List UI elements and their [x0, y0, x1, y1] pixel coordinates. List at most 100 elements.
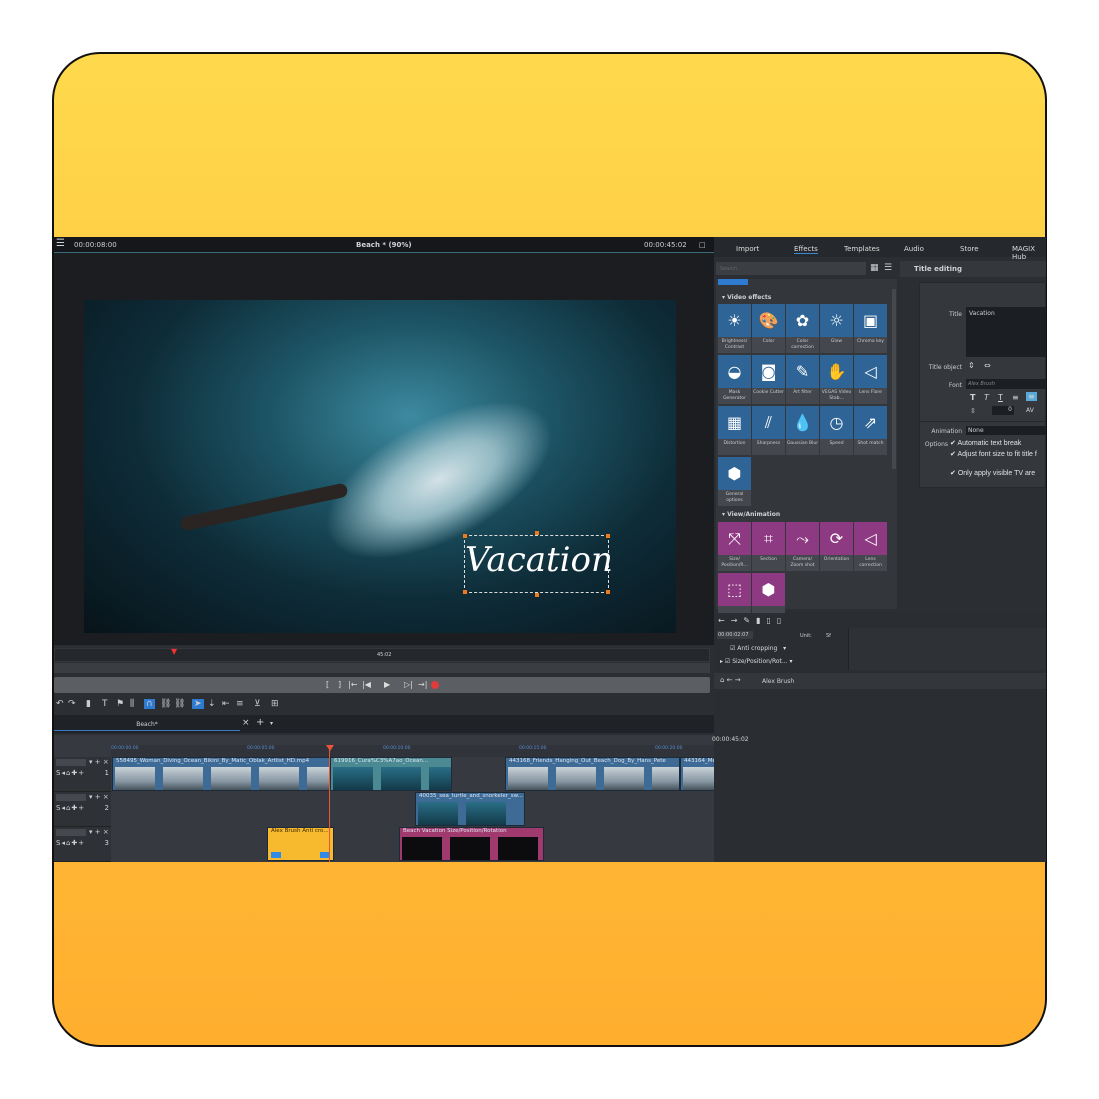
align-left-icon[interactable]: ≡: [1012, 393, 1019, 402]
play-button[interactable]: ▶: [384, 680, 390, 689]
clip-handle[interactable]: [271, 852, 281, 858]
track-controls[interactable]: ▾ + ×: [89, 793, 109, 801]
tv-area-checkbox[interactable]: ✔ Only apply visible TV are: [950, 470, 1045, 478]
timeline-clip[interactable]: 558495_Woman_Diving_Ocean_Bikini_By_Mati…: [112, 757, 330, 791]
next-marker-button[interactable]: ▷|: [404, 680, 413, 689]
jump-start-button[interactable]: |←: [348, 680, 357, 689]
keyframe-toolbar[interactable]: ←→✎▮▯▯: [718, 616, 787, 625]
effect-tile[interactable]: ⫽ Sharpness: [752, 406, 785, 455]
effect-tile[interactable]: ◁ Lens Flare: [854, 355, 887, 404]
tab-menu-icon[interactable]: ▾: [270, 720, 273, 727]
track-controls[interactable]: ▾ + ×: [89, 828, 109, 836]
cut-icon[interactable]: ⫼: [130, 699, 134, 709]
effect-tile[interactable]: ✋ VEGAS Video Stab...: [820, 355, 853, 404]
record-button[interactable]: [431, 681, 439, 689]
text-width-icon[interactable]: ⇔: [984, 361, 991, 370]
effect-tile[interactable]: ⇗ Shot match: [854, 406, 887, 455]
magnet-icon[interactable]: ∩: [144, 699, 155, 709]
effects-scrollbar[interactable]: [892, 289, 896, 469]
tab-templates[interactable]: Templates: [844, 245, 880, 253]
effect-tile[interactable]: ⟳ Orientation: [820, 522, 853, 571]
mark-in-button[interactable]: [: [326, 680, 329, 689]
effect-tile[interactable]: 🎨 Color: [752, 304, 785, 353]
tab-import[interactable]: Import: [736, 245, 759, 253]
effect-tile[interactable]: ✿ Color correction: [786, 304, 819, 353]
view-animation-header[interactable]: ▾ View/Animation: [722, 511, 780, 518]
auto-text-break-checkbox[interactable]: ✔ Automatic text break: [950, 440, 1045, 448]
track-icons[interactable]: S◂⌂✚+: [56, 769, 85, 777]
timeline-clip[interactable]: Beach Vacation Size/Position/Rotation: [399, 827, 544, 861]
effect-tile[interactable]: ⤳ Camera/ Zoom shot: [786, 522, 819, 571]
track-name-field[interactable]: [56, 759, 86, 766]
effect-tile[interactable]: ⤧ Size/ Position/R...: [718, 522, 751, 571]
bold-icon[interactable]: T: [970, 393, 975, 402]
mode-2-icon[interactable]: ⇤: [222, 699, 230, 709]
text-icon[interactable]: T: [102, 699, 108, 709]
tab-magix-hub[interactable]: MAGIX Hub: [1012, 245, 1046, 261]
effect-tile[interactable]: ☼ Glow: [820, 304, 853, 353]
effect-tile[interactable]: ◒ Mask Generator: [718, 355, 751, 404]
close-tab-icon[interactable]: ×: [242, 718, 250, 728]
split-icon[interactable]: ⊻: [254, 699, 261, 709]
undo-icon[interactable]: ↶: [56, 699, 64, 709]
animation-select[interactable]: None: [966, 426, 1046, 435]
effect-tile[interactable]: ✎ Art filter: [786, 355, 819, 404]
track-icons[interactable]: S◂⌂✚+: [56, 839, 85, 847]
list-view-icon[interactable]: ☰: [884, 263, 892, 273]
preview-ruler[interactable]: ▼ 45:02: [54, 647, 710, 662]
marker-icon[interactable]: ⚑: [116, 699, 124, 709]
tab-effects[interactable]: Effects: [794, 245, 818, 254]
font-nav-icons[interactable]: ⌂ ← →: [720, 676, 741, 684]
title-editing-chip[interactable]: [718, 279, 748, 285]
keyframe-track[interactable]: [848, 628, 1046, 670]
playhead-marker[interactable]: [326, 745, 334, 751]
tab-beach[interactable]: Beach*: [54, 717, 240, 731]
effect-tile[interactable]: ▦ Distortion: [718, 406, 751, 455]
effect-tile[interactable]: ▣ Chroma key: [854, 304, 887, 353]
redo-icon[interactable]: ↷: [68, 699, 76, 709]
timeline-clip[interactable]: 619916_Cura%C3%A7ao_Ocean...: [330, 757, 452, 791]
align-center-icon[interactable]: ≡: [1026, 392, 1037, 401]
spacing-input[interactable]: 0: [992, 406, 1014, 415]
size-position-row[interactable]: ▸ ☑ Size/Position/Rot... ▾: [720, 658, 793, 665]
effect-tile[interactable]: ◁ Lens correction: [854, 522, 887, 571]
link-icon[interactable]: ⛓: [160, 699, 171, 709]
italic-icon[interactable]: T: [984, 393, 989, 402]
preview-scrollbar[interactable]: [54, 663, 710, 673]
unit-value[interactable]: Sf: [826, 633, 831, 639]
effects-search-input[interactable]: Search: [716, 262, 866, 275]
timeline-clip[interactable]: Alex Brush Anti cro...: [267, 827, 334, 861]
delete-icon[interactable]: ▮: [86, 699, 91, 709]
track-name-field[interactable]: [56, 829, 86, 836]
anti-cropping-row[interactable]: ☑ Anti cropping ▾: [730, 645, 786, 652]
font-select[interactable]: Alex Brush: [966, 379, 1046, 389]
title-object[interactable]: Vacation: [463, 531, 613, 597]
add-tab-icon[interactable]: +: [256, 717, 264, 728]
prev-marker-button[interactable]: |◀: [362, 680, 371, 689]
underline-icon[interactable]: T: [998, 393, 1003, 402]
playhead-marker-icon[interactable]: ▼: [171, 647, 177, 656]
adjust-font-checkbox[interactable]: ✔ Adjust font size to fit title f: [950, 451, 1045, 459]
track-controls[interactable]: ▾ + ×: [89, 758, 109, 766]
text-height-icon[interactable]: ⇕: [968, 361, 975, 370]
timeline-clip[interactable]: 40035_sea_turtle_and_snorkeler_sw...: [415, 792, 525, 826]
kerning-icon[interactable]: AV: [1026, 407, 1034, 414]
jump-end-button[interactable]: →|: [418, 680, 427, 689]
tab-store[interactable]: Store: [960, 245, 979, 253]
track-icons[interactable]: S◂⌂✚+: [56, 804, 85, 812]
effect-tile[interactable]: ⌗ Section: [752, 522, 785, 571]
hamburger-icon[interactable]: ☰: [56, 238, 65, 249]
mark-out-button[interactable]: ]: [338, 680, 341, 689]
effect-tile[interactable]: ☀ Brightness/ Contrast: [718, 304, 751, 353]
mode-3-icon[interactable]: ≡: [236, 699, 244, 709]
effect-tile[interactable]: ⬢ General options: [718, 457, 751, 506]
effect-tile[interactable]: ◷ Speed: [820, 406, 853, 455]
video-effects-header[interactable]: ▾ Video effects: [722, 294, 771, 301]
timeline-clip[interactable]: 443168_Friends_Hanging_Out_Beach_Dog_By_…: [505, 757, 680, 791]
effect-tile[interactable]: ◙ Cookie Cutter: [752, 355, 785, 404]
unlink-icon[interactable]: ⛓: [174, 699, 185, 709]
title-textarea[interactable]: Vacation: [966, 307, 1046, 357]
playhead-line[interactable]: [329, 745, 330, 862]
fit-icon[interactable]: ⊞: [271, 699, 279, 709]
maximize-icon[interactable]: □: [699, 241, 706, 249]
